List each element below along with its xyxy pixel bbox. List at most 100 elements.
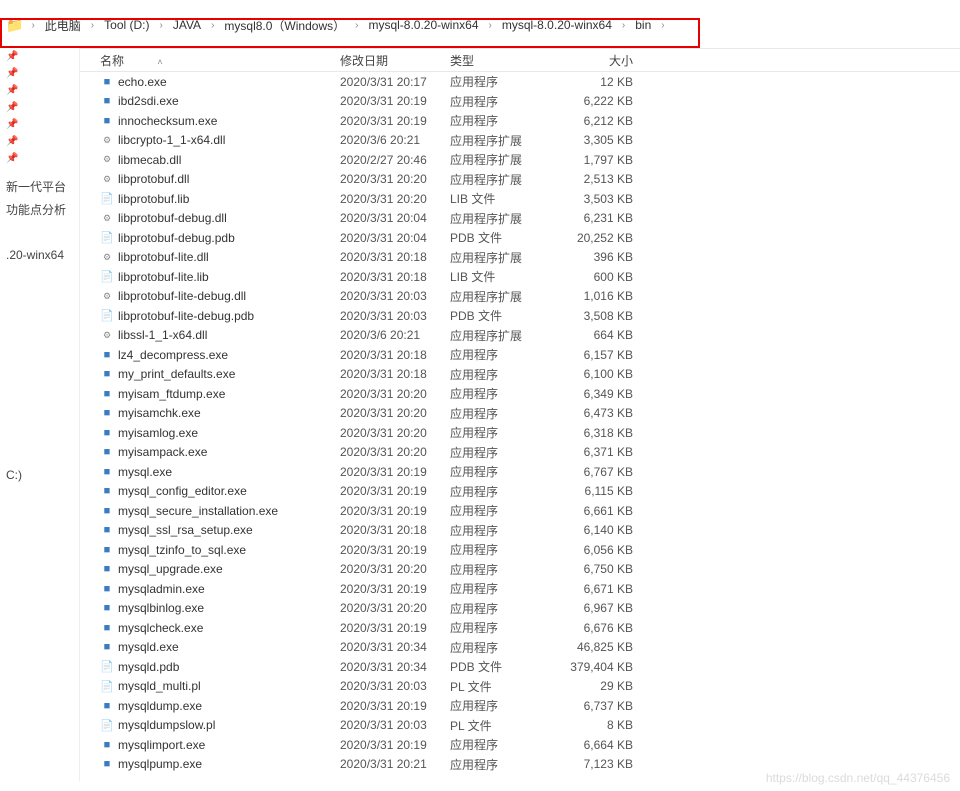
sidebar-quick-item[interactable]: 📌 (0, 116, 79, 133)
breadcrumb-item[interactable]: mysql-8.0.20-winx64 (364, 16, 482, 34)
file-row[interactable]: mysqld.exe2020/3/31 20:34应用程序46,825 KB (80, 638, 960, 658)
chevron-right-icon[interactable]: › (659, 20, 666, 31)
file-row[interactable]: mysqlpump.exe2020/3/31 20:21应用程序7,123 KB (80, 755, 960, 775)
file-row[interactable]: mysqldumpslow.pl2020/3/31 20:03PL 文件8 KB (80, 716, 960, 736)
file-row[interactable]: myisamlog.exe2020/3/31 20:20应用程序6,318 KB (80, 423, 960, 443)
file-row[interactable]: libssl-1_1-x64.dll2020/3/6 20:21应用程序扩展66… (80, 326, 960, 346)
file-row[interactable]: mysqld_multi.pl2020/3/31 20:03PL 文件29 KB (80, 677, 960, 697)
file-row[interactable]: mysql_secure_installation.exe2020/3/31 2… (80, 501, 960, 521)
file-date: 2020/3/31 20:17 (340, 75, 450, 89)
dll-file-icon (100, 289, 114, 303)
file-row[interactable]: libprotobuf.dll2020/3/31 20:20应用程序扩展2,51… (80, 170, 960, 190)
file-type: 应用程序 (450, 522, 565, 539)
file-date: 2020/3/31 20:19 (340, 484, 450, 498)
file-type: 应用程序 (450, 346, 565, 363)
navigation-pane[interactable]: 📌 📌 📌 📌 📌 📌 📌 新一代平台 功能点分析 .20-winx64 C:) (0, 48, 80, 781)
file-type: 应用程序 (450, 385, 565, 402)
file-row[interactable]: libprotobuf-lite-debug.dll2020/3/31 20:0… (80, 287, 960, 307)
file-row[interactable]: libprotobuf-debug.pdb2020/3/31 20:04PDB … (80, 228, 960, 248)
file-row[interactable]: innochecksum.exe2020/3/31 20:19应用程序6,212… (80, 111, 960, 131)
file-row[interactable]: libprotobuf-lite.dll2020/3/31 20:18应用程序扩… (80, 248, 960, 268)
file-size: 379,404 KB (565, 660, 655, 674)
file-row[interactable]: libprotobuf.lib2020/3/31 20:20LIB 文件3,50… (80, 189, 960, 209)
file-row[interactable]: libcrypto-1_1-x64.dll2020/3/6 20:21应用程序扩… (80, 131, 960, 151)
file-row[interactable]: mysqladmin.exe2020/3/31 20:19应用程序6,671 K… (80, 579, 960, 599)
chevron-right-icon[interactable]: › (487, 20, 494, 31)
breadcrumb-item[interactable]: bin (631, 16, 655, 34)
address-bar[interactable]: 📁 › 此电脑›Tool (D:)›JAVA›mysql8.0（Windows）… (0, 10, 960, 40)
file-row[interactable]: myisampack.exe2020/3/31 20:20应用程序6,371 K… (80, 443, 960, 463)
sidebar-quick-item[interactable]: 📌 (0, 65, 79, 82)
column-header-size[interactable]: 大小 (565, 52, 655, 69)
file-row[interactable]: mysqlcheck.exe2020/3/31 20:19应用程序6,676 K… (80, 618, 960, 638)
file-date: 2020/3/31 20:04 (340, 231, 450, 245)
file-row[interactable]: mysqld.pdb2020/3/31 20:34PDB 文件379,404 K… (80, 657, 960, 677)
chevron-right-icon[interactable]: › (157, 20, 164, 31)
chevron-right-icon[interactable]: › (29, 20, 36, 31)
file-type: PDB 文件 (450, 307, 565, 324)
file-type: PDB 文件 (450, 658, 565, 675)
sidebar-quick-item[interactable]: 📌 (0, 48, 79, 65)
file-row[interactable]: mysql_tzinfo_to_sql.exe2020/3/31 20:19应用… (80, 540, 960, 560)
file-type: 应用程序 (450, 112, 565, 129)
breadcrumb-item[interactable]: mysql8.0（Windows） (220, 15, 349, 36)
file-type: 应用程序 (450, 73, 565, 90)
sidebar-quick-item[interactable]: 📌 (0, 133, 79, 150)
file-name: libprotobuf.lib (118, 192, 189, 206)
file-row[interactable]: libprotobuf-debug.dll2020/3/31 20:04应用程序… (80, 209, 960, 229)
sidebar-item[interactable]: .20-winx64 (0, 245, 79, 265)
file-name: mysqladmin.exe (118, 582, 205, 596)
column-header-date[interactable]: 修改日期 (340, 52, 450, 69)
file-name: libprotobuf-lite.dll (118, 250, 209, 264)
breadcrumb-item[interactable]: 此电脑 (41, 15, 85, 36)
file-row[interactable]: mysql.exe2020/3/31 20:19应用程序6,767 KB (80, 462, 960, 482)
sidebar-quick-item[interactable]: 📌 (0, 99, 79, 116)
file-size: 6,737 KB (565, 699, 655, 713)
file-date: 2020/3/31 20:19 (340, 114, 450, 128)
sidebar-item[interactable]: 功能点分析 (0, 198, 79, 221)
file-row[interactable]: mysqlimport.exe2020/3/31 20:19应用程序6,664 … (80, 735, 960, 755)
file-row[interactable]: echo.exe2020/3/31 20:17应用程序12 KB (80, 72, 960, 92)
file-row[interactable]: libprotobuf-lite-debug.pdb2020/3/31 20:0… (80, 306, 960, 326)
file-list[interactable]: echo.exe2020/3/31 20:17应用程序12 KBibd2sdi.… (80, 72, 960, 781)
file-row[interactable]: mysql_upgrade.exe2020/3/31 20:20应用程序6,75… (80, 560, 960, 580)
file-name: myisamlog.exe (118, 426, 198, 440)
chevron-right-icon[interactable]: › (620, 20, 627, 31)
file-row[interactable]: my_print_defaults.exe2020/3/31 20:18应用程序… (80, 365, 960, 385)
file-row[interactable]: myisamchk.exe2020/3/31 20:20应用程序6,473 KB (80, 404, 960, 424)
file-name: mysql_secure_installation.exe (118, 504, 278, 518)
chevron-right-icon[interactable]: › (89, 20, 96, 31)
file-date: 2020/3/31 20:19 (340, 738, 450, 752)
column-header-type[interactable]: 类型 (450, 52, 565, 69)
sidebar-item[interactable]: 新一代平台 (0, 175, 79, 198)
file-row[interactable]: mysql_ssl_rsa_setup.exe2020/3/31 20:18应用… (80, 521, 960, 541)
breadcrumb-item[interactable]: mysql-8.0.20-winx64 (498, 16, 616, 34)
breadcrumb-item[interactable]: JAVA (169, 16, 205, 34)
dll-file-icon (100, 328, 114, 342)
file-name: mysqlimport.exe (118, 738, 205, 752)
file-date: 2020/3/31 20:18 (340, 523, 450, 537)
file-row[interactable]: lz4_decompress.exe2020/3/31 20:18应用程序6,1… (80, 345, 960, 365)
file-row[interactable]: mysql_config_editor.exe2020/3/31 20:19应用… (80, 482, 960, 502)
exe-file-icon (100, 484, 114, 498)
sidebar-quick-item[interactable]: 📌 (0, 82, 79, 99)
chevron-right-icon[interactable]: › (209, 20, 216, 31)
breadcrumb-item[interactable]: Tool (D:) (100, 16, 153, 34)
file-row[interactable]: mysqldump.exe2020/3/31 20:19应用程序6,737 KB (80, 696, 960, 716)
file-size: 6,115 KB (565, 484, 655, 498)
sidebar-item[interactable]: C:) (0, 465, 79, 485)
chevron-right-icon[interactable]: › (353, 20, 360, 31)
file-row[interactable]: myisam_ftdump.exe2020/3/31 20:20应用程序6,34… (80, 384, 960, 404)
sidebar-label: .20-winx64 (6, 248, 64, 262)
file-row[interactable]: mysqlbinlog.exe2020/3/31 20:20应用程序6,967 … (80, 599, 960, 619)
file-name: my_print_defaults.exe (118, 367, 235, 381)
column-headers: 名称 ˄ 修改日期 类型 大小 (80, 48, 960, 72)
file-row[interactable]: ibd2sdi.exe2020/3/31 20:19应用程序6,222 KB (80, 92, 960, 112)
file-name: mysqlbinlog.exe (118, 601, 204, 615)
file-size: 29 KB (565, 679, 655, 693)
sidebar-quick-item[interactable]: 📌 (0, 150, 79, 167)
file-row[interactable]: libmecab.dll2020/2/27 20:46应用程序扩展1,797 K… (80, 150, 960, 170)
column-header-name[interactable]: 名称 ˄ (100, 52, 340, 69)
file-type: 应用程序扩展 (450, 171, 565, 188)
file-row[interactable]: libprotobuf-lite.lib2020/3/31 20:18LIB 文… (80, 267, 960, 287)
